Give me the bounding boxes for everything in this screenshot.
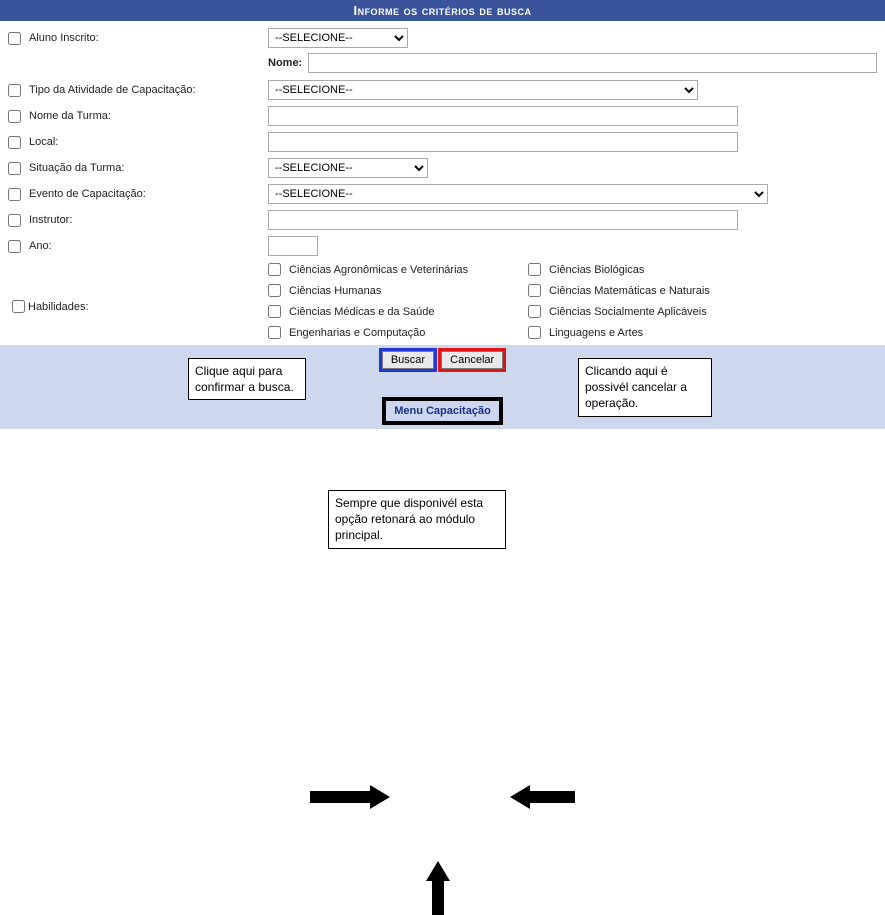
label-local: Local: [29, 136, 58, 148]
label-evento: Evento de Capacitação: [29, 188, 146, 200]
skill-label: Ciências Socialmente Aplicáveis [549, 306, 707, 318]
check-local[interactable] [8, 136, 21, 149]
row-nome: Nome: [268, 53, 877, 73]
skill-label: Linguagens e Artes [549, 327, 643, 339]
skill-label: Ciências Biológicas [549, 264, 644, 276]
callout-cancel-text: Clicando aqui é possivél cancelar a oper… [585, 364, 687, 410]
button-bar: Buscar Cancelar Menu Capacitação [0, 345, 885, 429]
skill-label: Ciências Matemáticas e Naturais [549, 285, 710, 297]
skill-item: Ciências Socialmente Aplicáveis [528, 305, 788, 318]
label-aluno-inscrito: Aluno Inscrito: [29, 32, 99, 44]
skill-item: Ciências Matemáticas e Naturais [528, 284, 788, 297]
row-tipo-atividade: Tipo da Atividade de Capacitação: --SELE… [8, 79, 877, 101]
input-nome [308, 53, 877, 73]
label-instrutor: Instrutor: [29, 214, 72, 226]
check-tipo-atividade[interactable] [8, 84, 21, 97]
check-skill-1[interactable] [528, 263, 541, 276]
callout-menu: Sempre que disponivél esta opção retonar… [328, 490, 506, 549]
skill-item: Ciências Biológicas [528, 263, 788, 276]
skill-item: Ciências Médicas e da Saúde [268, 305, 518, 318]
row-ano: Ano: [8, 235, 877, 257]
skill-label: Ciências Humanas [289, 285, 381, 297]
menu-capacitacao-link[interactable]: Menu Capacitação [388, 403, 497, 419]
cancel-button[interactable]: Cancelar [441, 351, 503, 369]
skill-label: Engenharias e Computação [289, 327, 425, 339]
skill-item: Engenharias e Computação [268, 326, 518, 339]
label-tipo-atividade: Tipo da Atividade de Capacitação: [29, 84, 196, 96]
row-instrutor: Instrutor: [8, 209, 877, 231]
input-ano[interactable] [268, 236, 318, 256]
page-title: Informe os critérios de busca [353, 3, 531, 18]
check-skill-0[interactable] [268, 263, 281, 276]
input-nome-turma[interactable] [268, 106, 738, 126]
row-local: Local: [8, 131, 877, 153]
label-nome: Nome: [268, 57, 302, 69]
row-evento: Evento de Capacitação: --SELECIONE-- [8, 183, 877, 205]
check-skill-4[interactable] [268, 305, 281, 318]
skill-label: Ciências Agronômicas e Veterinárias [289, 264, 468, 276]
input-local[interactable] [268, 132, 738, 152]
callout-search: Clique aqui para confirmar a busca. [188, 358, 306, 400]
input-instrutor[interactable] [268, 210, 738, 230]
check-skill-2[interactable] [268, 284, 281, 297]
label-habilidades: Habilidades: [28, 301, 89, 313]
check-situacao[interactable] [8, 162, 21, 175]
skill-item: Linguagens e Artes [528, 326, 788, 339]
check-skill-3[interactable] [528, 284, 541, 297]
skill-label: Ciências Médicas e da Saúde [289, 306, 435, 318]
label-situacao: Situação da Turma: [29, 162, 124, 174]
check-skill-6[interactable] [268, 326, 281, 339]
search-button[interactable]: Buscar [382, 351, 434, 369]
select-situacao[interactable]: --SELECIONE-- [268, 158, 428, 178]
select-tipo-atividade[interactable]: --SELECIONE-- [268, 80, 698, 100]
check-instrutor[interactable] [8, 214, 21, 227]
check-aluno-inscrito[interactable] [8, 32, 21, 45]
check-evento[interactable] [8, 188, 21, 201]
check-ano[interactable] [8, 240, 21, 253]
callout-menu-text: Sempre que disponivél esta opção retonar… [335, 496, 483, 542]
row-situacao: Situação da Turma: --SELECIONE-- [8, 157, 877, 179]
label-ano: Ano: [29, 240, 52, 252]
check-habilidades[interactable] [12, 300, 25, 313]
select-aluno-inscrito[interactable]: --SELECIONE-- [268, 28, 408, 48]
select-evento[interactable]: --SELECIONE-- [268, 184, 768, 204]
row-aluno-inscrito: Aluno Inscrito: --SELECIONE-- [8, 27, 877, 49]
label-nome-turma: Nome da Turma: [29, 110, 111, 122]
check-skill-5[interactable] [528, 305, 541, 318]
callout-cancel: Clicando aqui é possivél cancelar a oper… [578, 358, 712, 417]
skill-item: Ciências Humanas [268, 284, 518, 297]
skills-grid: Ciências Agronômicas e Veterinárias Ciên… [268, 263, 788, 343]
callout-search-text: Clique aqui para confirmar a busca. [195, 364, 294, 394]
skill-item: Ciências Agronômicas e Veterinárias [268, 263, 518, 276]
row-nome-turma: Nome da Turma: [8, 105, 877, 127]
search-form: Aluno Inscrito: --SELECIONE-- Nome: Tipo… [0, 21, 885, 345]
check-nome-turma[interactable] [8, 110, 21, 123]
page-header: Informe os critérios de busca [0, 0, 885, 21]
check-skill-7[interactable] [528, 326, 541, 339]
row-habilidades: Habilidades: Ciências Agronômicas e Vete… [8, 263, 877, 343]
